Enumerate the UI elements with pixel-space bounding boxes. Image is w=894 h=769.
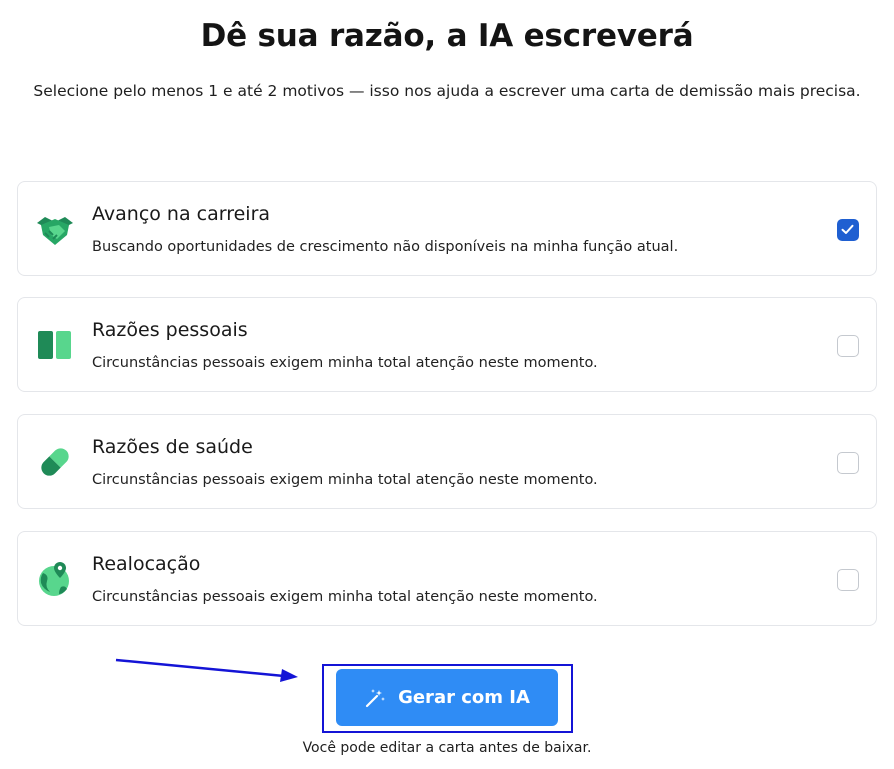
page-subtitle: Selecione pelo menos 1 e até 2 motivos —… [33,82,861,100]
magic-wand-icon [365,688,386,707]
reason-description: Circunstâncias pessoais exigem minha tot… [92,472,598,488]
pill-icon [35,442,75,482]
generate-with-ai-button[interactable]: Gerar com IA [336,669,558,726]
reason-description: Buscando oportunidades de crescimento nã… [92,239,679,255]
reason-card-personal[interactable]: Razões pessoais Circunstâncias pessoais … [17,297,877,392]
reason-checkbox-health[interactable] [837,452,859,474]
reason-title: Avanço na carreira [92,203,271,225]
reason-title: Razões pessoais [92,319,248,341]
columns-icon [35,325,75,365]
page-title: Dê sua razão, a IA escreverá [200,18,694,54]
reason-checkbox-career[interactable] [837,219,859,241]
reason-checkbox-relocation[interactable] [837,569,859,591]
reason-card-relocation[interactable]: Realocação Circunstâncias pessoais exige… [17,531,877,626]
reason-title: Razões de saúde [92,436,253,458]
reason-description: Circunstâncias pessoais exigem minha tot… [92,589,598,605]
reason-card-health[interactable]: Razões de saúde Circunstâncias pessoais … [17,414,877,509]
reason-card-career[interactable]: Avanço na carreira Buscando oportunidade… [17,181,877,276]
reason-checkbox-personal[interactable] [837,335,859,357]
edit-note: Você pode editar a carta antes de baixar… [302,740,592,756]
page: Dê sua razão, a IA escreverá Selecione p… [0,0,894,769]
generate-button-label: Gerar com IA [398,687,530,708]
handshake-icon [35,209,75,249]
reason-description: Circunstâncias pessoais exigem minha tot… [92,355,598,371]
reason-title: Realocação [92,553,201,575]
globe-pin-icon [35,559,75,599]
annotation-arrow [115,658,298,682]
checkmark-icon [841,224,854,234]
